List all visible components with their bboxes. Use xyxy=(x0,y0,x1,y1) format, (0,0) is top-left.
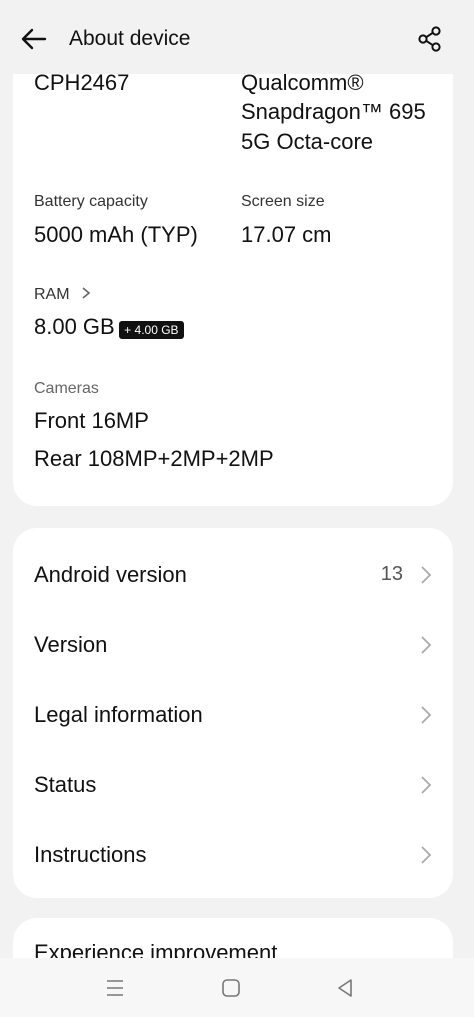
chevron-right-icon xyxy=(421,706,432,724)
camera-rear: Rear 108MP+2MP+2MP xyxy=(34,446,274,471)
processor-line-3: 5G Octa-core xyxy=(241,129,374,154)
menu-item-status[interactable]: Status xyxy=(13,750,453,820)
screen-size-label: Screen size xyxy=(241,193,325,210)
ram-value-row: 8.00 GB + 4.00 GB xyxy=(34,313,184,341)
menu-item-label: Android version xyxy=(34,562,187,587)
cameras-label: Cameras xyxy=(34,380,99,397)
page-title: About device xyxy=(69,27,191,50)
back-arrow-icon[interactable] xyxy=(20,25,48,53)
recent-apps-icon[interactable] xyxy=(104,978,126,998)
android-version-value: 13 xyxy=(380,563,403,585)
battery-value: 5000 mAh (TYP) xyxy=(34,222,198,247)
screen-size-value: 17.07 cm xyxy=(241,222,332,247)
ram-value: 8.00 GB xyxy=(34,314,115,339)
chevron-right-icon xyxy=(421,566,432,584)
camera-front: Front 16MP xyxy=(34,408,149,433)
menu-item-label: Legal information xyxy=(34,702,203,727)
ram-extension-badge: + 4.00 GB xyxy=(119,320,184,339)
menu-item-android-version[interactable]: Android version 13 xyxy=(13,540,453,610)
menu-item-label: Status xyxy=(34,772,97,797)
menu-item-label: Instructions xyxy=(34,842,147,867)
processor-line-2: Snapdragon™ 695 xyxy=(241,99,426,124)
chevron-right-icon xyxy=(421,636,432,654)
battery-label: Battery capacity xyxy=(34,193,148,210)
ram-label: RAM xyxy=(34,286,70,303)
menu-item-instructions[interactable]: Instructions xyxy=(13,820,453,890)
chevron-right-icon xyxy=(82,287,91,299)
menu-item-version[interactable]: Version xyxy=(13,610,453,680)
menu-item-label: Version xyxy=(34,632,108,657)
device-specs-card: CPH2467 Qualcomm® Snapdragon™ 695 5G Oct… xyxy=(13,40,453,506)
menu-item-legal-information[interactable]: Legal information xyxy=(13,680,453,750)
share-icon[interactable] xyxy=(416,25,444,53)
chevron-right-icon xyxy=(421,846,432,864)
system-navigation-bar xyxy=(0,958,474,1017)
settings-menu-card: Android version 13 Version Legal informa… xyxy=(13,528,453,898)
top-app-bar: About device xyxy=(0,0,474,74)
chevron-right-icon xyxy=(421,776,432,794)
back-triangle-icon[interactable] xyxy=(334,977,356,999)
ram-row[interactable]: RAM xyxy=(34,286,92,304)
home-icon[interactable] xyxy=(220,977,242,999)
